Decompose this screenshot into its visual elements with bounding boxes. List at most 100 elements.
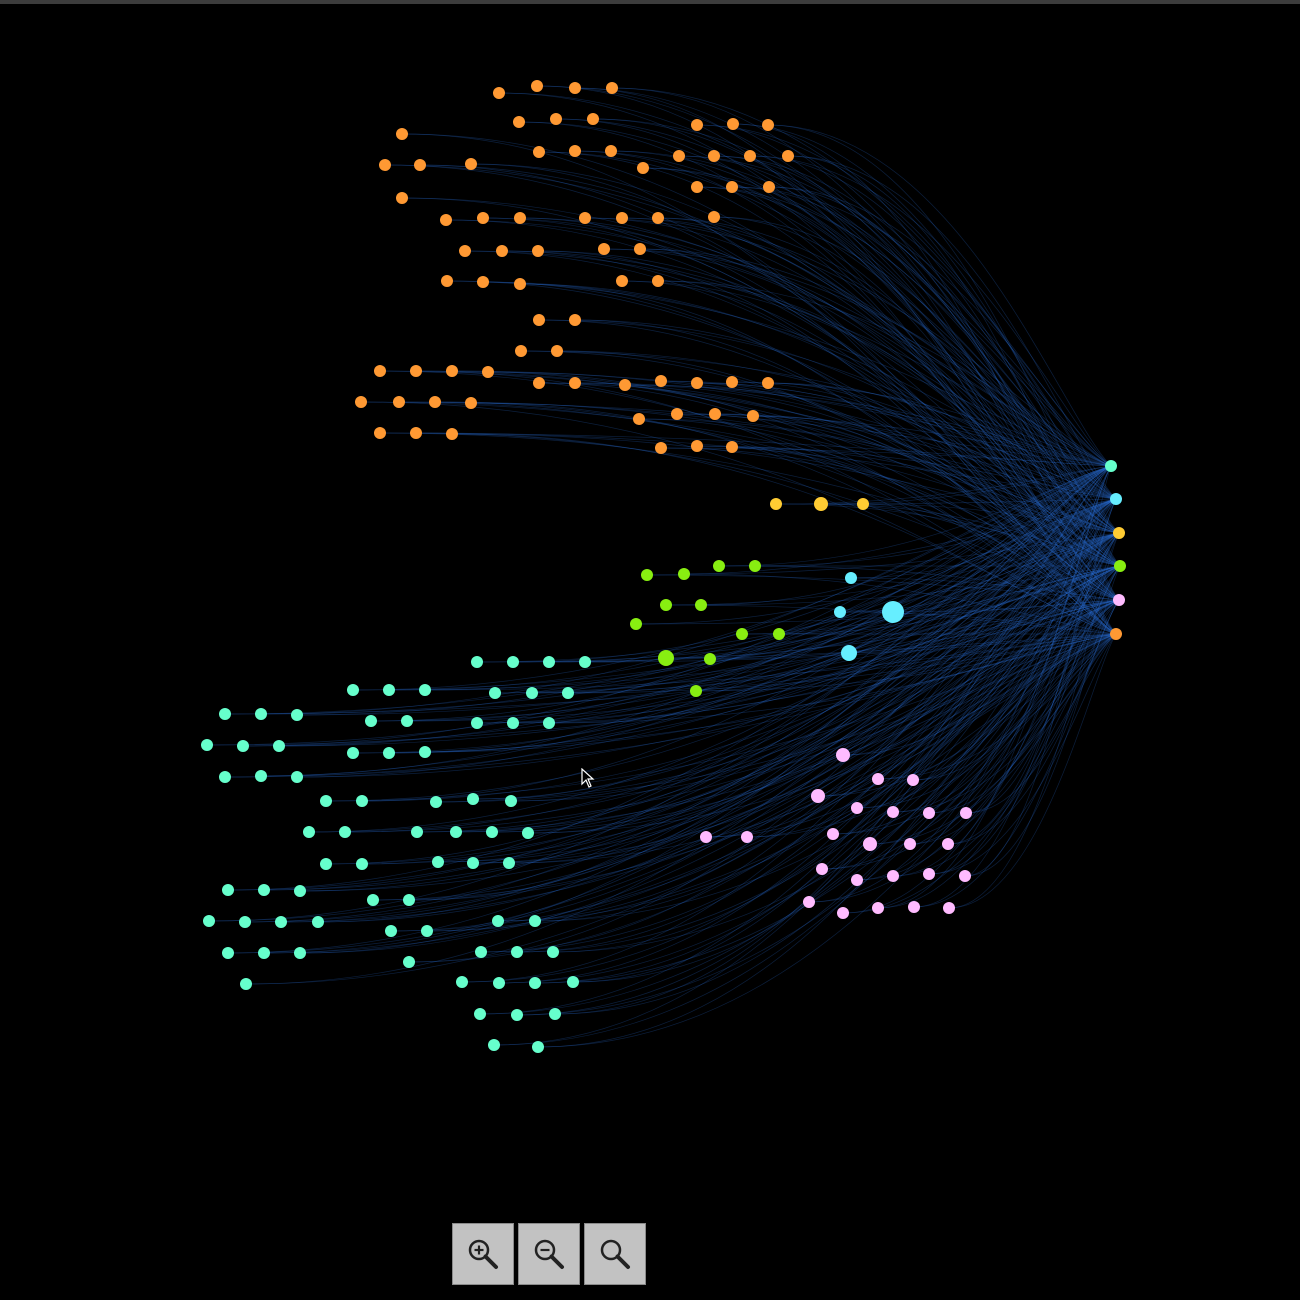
graph-node-teal[interactable] [258, 884, 270, 896]
graph-hub-node[interactable] [1110, 628, 1122, 640]
graph-node-teal[interactable] [562, 687, 574, 699]
graph-node-orange[interactable] [482, 366, 494, 378]
graph-node-orange[interactable] [605, 145, 617, 157]
graph-node-teal[interactable] [567, 976, 579, 988]
graph-node-orange[interactable] [598, 243, 610, 255]
graph-node-teal[interactable] [203, 915, 215, 927]
graph-node-pink[interactable] [960, 807, 972, 819]
graph-node-teal[interactable] [511, 1009, 523, 1021]
graph-node-teal[interactable] [419, 746, 431, 758]
graph-node-green[interactable] [736, 628, 748, 640]
graph-node-teal[interactable] [503, 857, 515, 869]
graph-node-orange[interactable] [637, 162, 649, 174]
graph-node-teal[interactable] [294, 947, 306, 959]
graph-node-orange[interactable] [514, 278, 526, 290]
graph-node-yellow[interactable] [814, 497, 828, 511]
graph-node-teal[interactable] [474, 1008, 486, 1020]
graph-node-teal[interactable] [294, 885, 306, 897]
graph-node-orange[interactable] [691, 181, 703, 193]
graph-node-teal[interactable] [383, 684, 395, 696]
graph-node-teal[interactable] [255, 770, 267, 782]
graph-node-pink[interactable] [837, 907, 849, 919]
graph-node-teal[interactable] [493, 977, 505, 989]
graph-node-orange[interactable] [533, 146, 545, 158]
graph-node-green[interactable] [749, 560, 761, 572]
graph-node-orange[interactable] [441, 275, 453, 287]
graph-node-orange[interactable] [762, 377, 774, 389]
graph-node-green[interactable] [773, 628, 785, 640]
graph-node-teal[interactable] [347, 747, 359, 759]
graph-node-pink[interactable] [851, 874, 863, 886]
graph-node-orange[interactable] [587, 113, 599, 125]
zoom-reset-button[interactable] [584, 1223, 646, 1285]
graph-node-green[interactable] [641, 569, 653, 581]
graph-node-teal[interactable] [432, 856, 444, 868]
graph-node-orange[interactable] [465, 158, 477, 170]
graph-node-orange[interactable] [655, 375, 667, 387]
graph-node-orange[interactable] [550, 113, 562, 125]
graph-node-teal[interactable] [237, 740, 249, 752]
graph-node-yellow[interactable] [857, 498, 869, 510]
graph-node-green[interactable] [690, 685, 702, 697]
graph-node-pink[interactable] [803, 896, 815, 908]
graph-node-teal[interactable] [219, 708, 231, 720]
graph-node-teal[interactable] [488, 1039, 500, 1051]
graph-node-teal[interactable] [219, 771, 231, 783]
graph-node-teal[interactable] [239, 916, 251, 928]
graph-node-pink[interactable] [959, 870, 971, 882]
graph-node-orange[interactable] [744, 150, 756, 162]
graph-node-teal[interactable] [201, 739, 213, 751]
graph-node-teal[interactable] [467, 857, 479, 869]
graph-node-orange[interactable] [396, 192, 408, 204]
graph-node-teal[interactable] [547, 946, 559, 958]
graph-node-orange[interactable] [782, 150, 794, 162]
zoom-out-button[interactable] [518, 1223, 580, 1285]
graph-node-orange[interactable] [569, 145, 581, 157]
graph-node-teal[interactable] [450, 826, 462, 838]
graph-node-orange[interactable] [429, 396, 441, 408]
graph-node-orange[interactable] [374, 365, 386, 377]
graph-node-orange[interactable] [477, 276, 489, 288]
graph-node-teal[interactable] [291, 709, 303, 721]
graph-node-orange[interactable] [673, 150, 685, 162]
graph-node-teal[interactable] [222, 884, 234, 896]
graph-node-teal[interactable] [385, 925, 397, 937]
graph-node-green[interactable] [704, 653, 716, 665]
graph-node-teal[interactable] [367, 894, 379, 906]
graph-node-teal[interactable] [421, 925, 433, 937]
graph-node-teal[interactable] [507, 717, 519, 729]
graph-node-orange[interactable] [493, 87, 505, 99]
graph-node-pink[interactable] [741, 831, 753, 843]
graph-node-orange[interactable] [532, 245, 544, 257]
graph-node-orange[interactable] [533, 377, 545, 389]
graph-node-pink[interactable] [923, 868, 935, 880]
graph-node-orange[interactable] [410, 365, 422, 377]
graph-node-orange[interactable] [533, 314, 545, 326]
graph-node-teal[interactable] [543, 717, 555, 729]
graph-node-teal[interactable] [489, 687, 501, 699]
graph-node-orange[interactable] [569, 314, 581, 326]
zoom-in-button[interactable] [452, 1223, 514, 1285]
graph-node-pink[interactable] [942, 838, 954, 850]
graph-node-pink[interactable] [851, 802, 863, 814]
graph-node-pink[interactable] [908, 901, 920, 913]
graph-node-teal[interactable] [430, 796, 442, 808]
graph-hub-node[interactable] [1113, 527, 1125, 539]
graph-node-teal[interactable] [549, 1008, 561, 1020]
graph-node-orange[interactable] [579, 212, 591, 224]
graph-node-teal[interactable] [356, 858, 368, 870]
graph-node-orange[interactable] [551, 345, 563, 357]
graph-node-orange[interactable] [708, 150, 720, 162]
graph-node-orange[interactable] [726, 181, 738, 193]
graph-node-cyan[interactable] [845, 572, 857, 584]
graph-node-cyan[interactable] [882, 601, 904, 623]
graph-node-orange[interactable] [414, 159, 426, 171]
graph-node-teal[interactable] [505, 795, 517, 807]
graph-node-teal[interactable] [511, 946, 523, 958]
graph-node-teal[interactable] [467, 793, 479, 805]
graph-node-teal[interactable] [579, 656, 591, 668]
graph-node-orange[interactable] [747, 410, 759, 422]
graph-node-orange[interactable] [616, 212, 628, 224]
graph-node-orange[interactable] [726, 376, 738, 388]
graph-node-orange[interactable] [440, 214, 452, 226]
